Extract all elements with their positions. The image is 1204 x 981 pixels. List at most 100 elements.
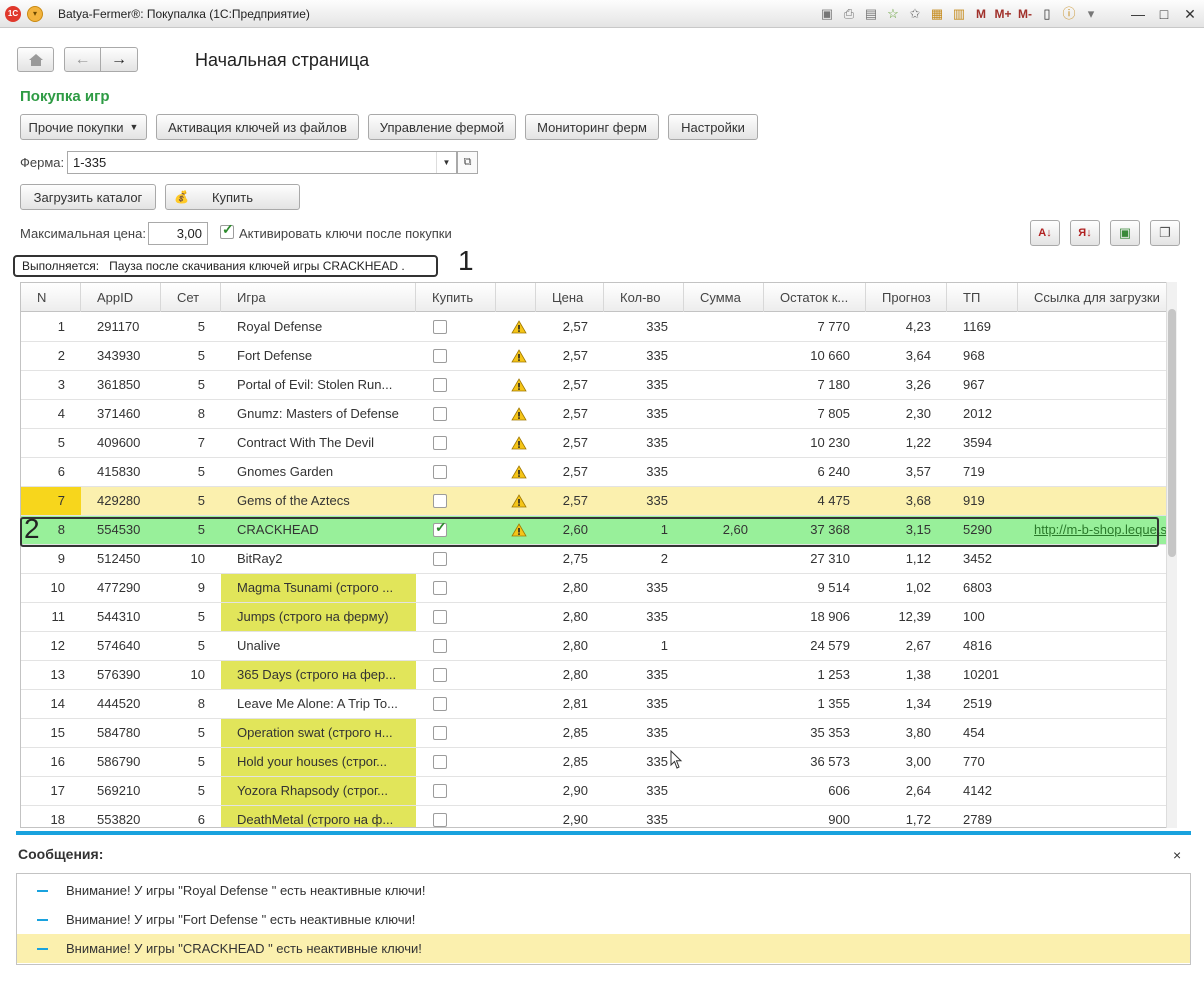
cell-link[interactable] bbox=[1018, 313, 1166, 341]
cell-link[interactable] bbox=[1018, 748, 1166, 776]
column-header[interactable]: Сет bbox=[161, 283, 221, 312]
table-row[interactable]: 5 409600 7 Contract With The Devil 2,57 335 10… bbox=[21, 429, 1166, 458]
dropdown-icon[interactable]: ▾ bbox=[1080, 5, 1102, 23]
buy-checkbox[interactable] bbox=[433, 697, 447, 711]
message-item[interactable]: Внимание! У игры "CRACKHEAD " есть неакт… bbox=[17, 934, 1190, 963]
buy-button[interactable]: 💰 Купить bbox=[165, 184, 300, 210]
other-purchases-button[interactable]: Прочие покупки ▼ bbox=[20, 114, 147, 140]
buy-checkbox[interactable] bbox=[433, 436, 447, 450]
table-row[interactable]: 11 544310 5 Jumps (строго на ферму) 2,80 335 1… bbox=[21, 603, 1166, 632]
forward-button[interactable]: → bbox=[100, 47, 138, 72]
memory-icon[interactable]: M bbox=[970, 5, 992, 23]
favorites-icon[interactable]: ☆ bbox=[882, 5, 904, 23]
table-row[interactable]: 6 415830 5 Gnomes Garden 2,57 335 6 240 3,57 719 bbox=[21, 458, 1166, 487]
messages-splitter[interactable] bbox=[16, 831, 1191, 835]
farm-management-button[interactable]: Управление фермой bbox=[368, 114, 516, 140]
column-header[interactable]: N bbox=[21, 283, 81, 312]
cell-link[interactable] bbox=[1018, 690, 1166, 718]
buy-checkbox[interactable] bbox=[433, 581, 447, 595]
back-button[interactable]: ← bbox=[64, 47, 101, 72]
max-price-field[interactable]: 3,00 bbox=[148, 222, 208, 245]
column-header[interactable] bbox=[496, 283, 536, 312]
cell-link[interactable] bbox=[1018, 487, 1166, 515]
buy-checkbox[interactable] bbox=[433, 726, 447, 740]
print-icon[interactable]: ⎙ bbox=[838, 5, 860, 23]
copy-list-button[interactable]: ▣ bbox=[1110, 220, 1140, 246]
panels-icon[interactable]: ▯ bbox=[1036, 5, 1058, 23]
buy-checkbox[interactable] bbox=[433, 668, 447, 682]
message-item[interactable]: Внимание! У игры "Fort Defense " есть не… bbox=[17, 905, 1190, 934]
column-header[interactable]: Остаток к... bbox=[764, 283, 866, 312]
table-row[interactable]: 12 574640 5 Unalive 2,80 1 24 579 2,67 4816 bbox=[21, 632, 1166, 661]
column-header[interactable]: AppID bbox=[81, 283, 161, 312]
cell-link[interactable] bbox=[1018, 400, 1166, 428]
cell-link[interactable] bbox=[1018, 574, 1166, 602]
table-row[interactable]: 14 444520 8 Leave Me Alone: A Trip To... 2,8… bbox=[21, 690, 1166, 719]
open-farm-icon[interactable]: ⧉ bbox=[457, 151, 478, 174]
bookmark-icon[interactable]: ✩ bbox=[904, 5, 926, 23]
column-header[interactable]: Сумма bbox=[684, 283, 764, 312]
home-button[interactable] bbox=[17, 47, 54, 72]
table-row[interactable]: 3 361850 5 Portal of Evil: Stolen Run... 2,5… bbox=[21, 371, 1166, 400]
buy-checkbox[interactable] bbox=[433, 378, 447, 392]
cell-link[interactable] bbox=[1018, 429, 1166, 457]
buy-checkbox[interactable] bbox=[433, 407, 447, 421]
main-menu-icon[interactable]: ▾ bbox=[27, 6, 43, 22]
sort-ascending-button[interactable]: A↓ bbox=[1030, 220, 1060, 246]
buy-checkbox[interactable] bbox=[433, 465, 447, 479]
farm-dropdown-icon[interactable]: ▼ bbox=[436, 152, 456, 173]
buy-checkbox[interactable] bbox=[433, 784, 447, 798]
cell-link[interactable] bbox=[1018, 545, 1166, 573]
farm-monitoring-button[interactable]: Мониторинг ферм bbox=[525, 114, 659, 140]
buy-checkbox[interactable] bbox=[433, 610, 447, 624]
cell-link[interactable] bbox=[1018, 458, 1166, 486]
table-row[interactable]: 15 584780 5 Operation swat (строго н... 2,85… bbox=[21, 719, 1166, 748]
column-header[interactable]: Ссылка для загрузки bbox=[1018, 283, 1168, 312]
cell-link[interactable] bbox=[1018, 371, 1166, 399]
cell-link[interactable] bbox=[1018, 342, 1166, 370]
table-row[interactable]: 9 512450 10 BitRay2 2,75 2 27 310 1,12 3452 bbox=[21, 545, 1166, 574]
cell-link[interactable] bbox=[1018, 661, 1166, 689]
column-header[interactable]: ТП bbox=[947, 283, 1018, 312]
buy-checkbox[interactable] bbox=[433, 320, 447, 334]
info-icon[interactable]: ⓘ bbox=[1058, 5, 1080, 23]
table-row[interactable]: 10 477290 9 Magma Tsunami (строго ... 2,80 33… bbox=[21, 574, 1166, 603]
column-header[interactable]: Прогноз bbox=[866, 283, 947, 312]
buy-checkbox[interactable] bbox=[433, 494, 447, 508]
table-row[interactable]: 16 586790 5 Hold your houses (строг... 2,85 3… bbox=[21, 748, 1166, 777]
close-window-button[interactable]: ✕ bbox=[1179, 4, 1201, 24]
activate-keys-button[interactable]: Активация ключей из файлов bbox=[156, 114, 359, 140]
minimize-button[interactable]: — bbox=[1127, 4, 1149, 24]
column-header[interactable]: Цена bbox=[536, 283, 604, 312]
load-catalog-button[interactable]: Загрузить каталог bbox=[20, 184, 156, 210]
close-messages-icon[interactable]: × bbox=[1173, 847, 1181, 863]
sort-descending-button[interactable]: Я↓ bbox=[1070, 220, 1100, 246]
table-row[interactable]: 2 343930 5 Fort Defense 2,57 335 10 660 3,64 968 bbox=[21, 342, 1166, 371]
farm-field[interactable]: 1-335 bbox=[67, 151, 457, 174]
table-row[interactable]: 13 576390 10 365 Days (строго на фер... 2,80… bbox=[21, 661, 1166, 690]
table-row[interactable]: 18 553820 6 DeathMetal (строго на ф... 2,90 3… bbox=[21, 806, 1166, 827]
settings-button[interactable]: Настройки bbox=[668, 114, 758, 140]
buy-checkbox[interactable] bbox=[433, 349, 447, 363]
calculator-icon[interactable]: ▦ bbox=[926, 5, 948, 23]
buy-checkbox[interactable] bbox=[433, 813, 447, 827]
column-header[interactable]: Игра bbox=[221, 283, 416, 312]
preview-icon[interactable]: ▤ bbox=[860, 5, 882, 23]
memory-plus-icon[interactable]: M+ bbox=[992, 5, 1014, 23]
buy-checkbox[interactable] bbox=[433, 639, 447, 653]
activate-keys-checkbox[interactable]: ✓ bbox=[220, 222, 234, 239]
memory-minus-icon[interactable]: M- bbox=[1014, 5, 1036, 23]
column-header[interactable]: Кол-во bbox=[604, 283, 684, 312]
table-scrollbar[interactable] bbox=[1166, 282, 1177, 828]
column-header[interactable]: Купить bbox=[416, 283, 496, 312]
save-icon[interactable]: ▣ bbox=[816, 5, 838, 23]
cell-link[interactable] bbox=[1018, 632, 1166, 660]
message-item[interactable]: Внимание! У игры "Royal Defense " есть н… bbox=[17, 876, 1190, 905]
cell-link[interactable] bbox=[1018, 806, 1166, 827]
table-row[interactable]: 7 429280 5 Gems of the Aztecs 2,57 335 4 475 3,… bbox=[21, 487, 1166, 516]
cell-link[interactable] bbox=[1018, 719, 1166, 747]
buy-checkbox[interactable] bbox=[433, 552, 447, 566]
calendar-icon[interactable]: ▥ bbox=[948, 5, 970, 23]
table-row[interactable]: 17 569210 5 Yozora Rhapsody (строг... 2,90 33… bbox=[21, 777, 1166, 806]
table-row[interactable]: 1 291170 5 Royal Defense 2,57 335 7 770 4,23 116… bbox=[21, 313, 1166, 342]
